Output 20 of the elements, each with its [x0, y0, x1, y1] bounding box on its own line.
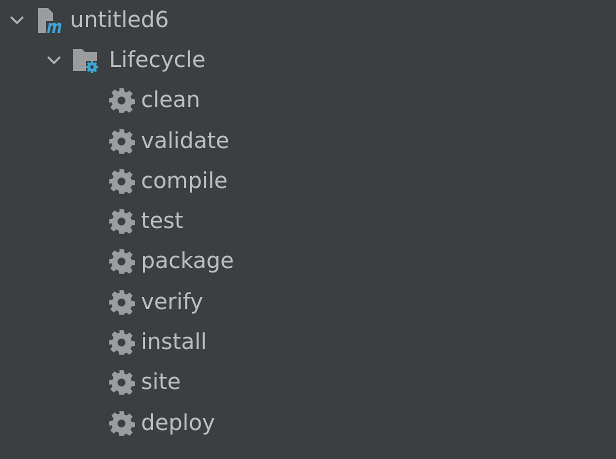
gear-icon: [108, 369, 135, 396]
gear-icon: [108, 248, 135, 276]
tree-item-label[interactable]: validate: [141, 124, 230, 158]
tree-item-label[interactable]: verify: [141, 286, 204, 319]
tree-item-label[interactable]: package: [141, 245, 234, 278]
gear-icon: [108, 128, 135, 155]
gear-icon: [108, 87, 135, 114]
tree-item-label[interactable]: compile: [141, 164, 228, 198]
tree-item-label[interactable]: site: [141, 366, 181, 400]
gear-icon: [108, 410, 135, 437]
gear-icon: [108, 329, 135, 356]
tree-item-label[interactable]: test: [141, 205, 184, 238]
gear-icon: [108, 168, 135, 195]
gear-icon: [108, 288, 135, 316]
tree-item-label[interactable]: clean: [141, 84, 200, 118]
tree-item-label[interactable]: Lifecycle: [109, 44, 206, 77]
tree-item-label[interactable]: deploy: [141, 406, 216, 440]
tree-item-label[interactable]: untitled6: [70, 4, 169, 37]
tree-item-label[interactable]: install: [141, 326, 207, 360]
gear-icon: [108, 208, 135, 236]
